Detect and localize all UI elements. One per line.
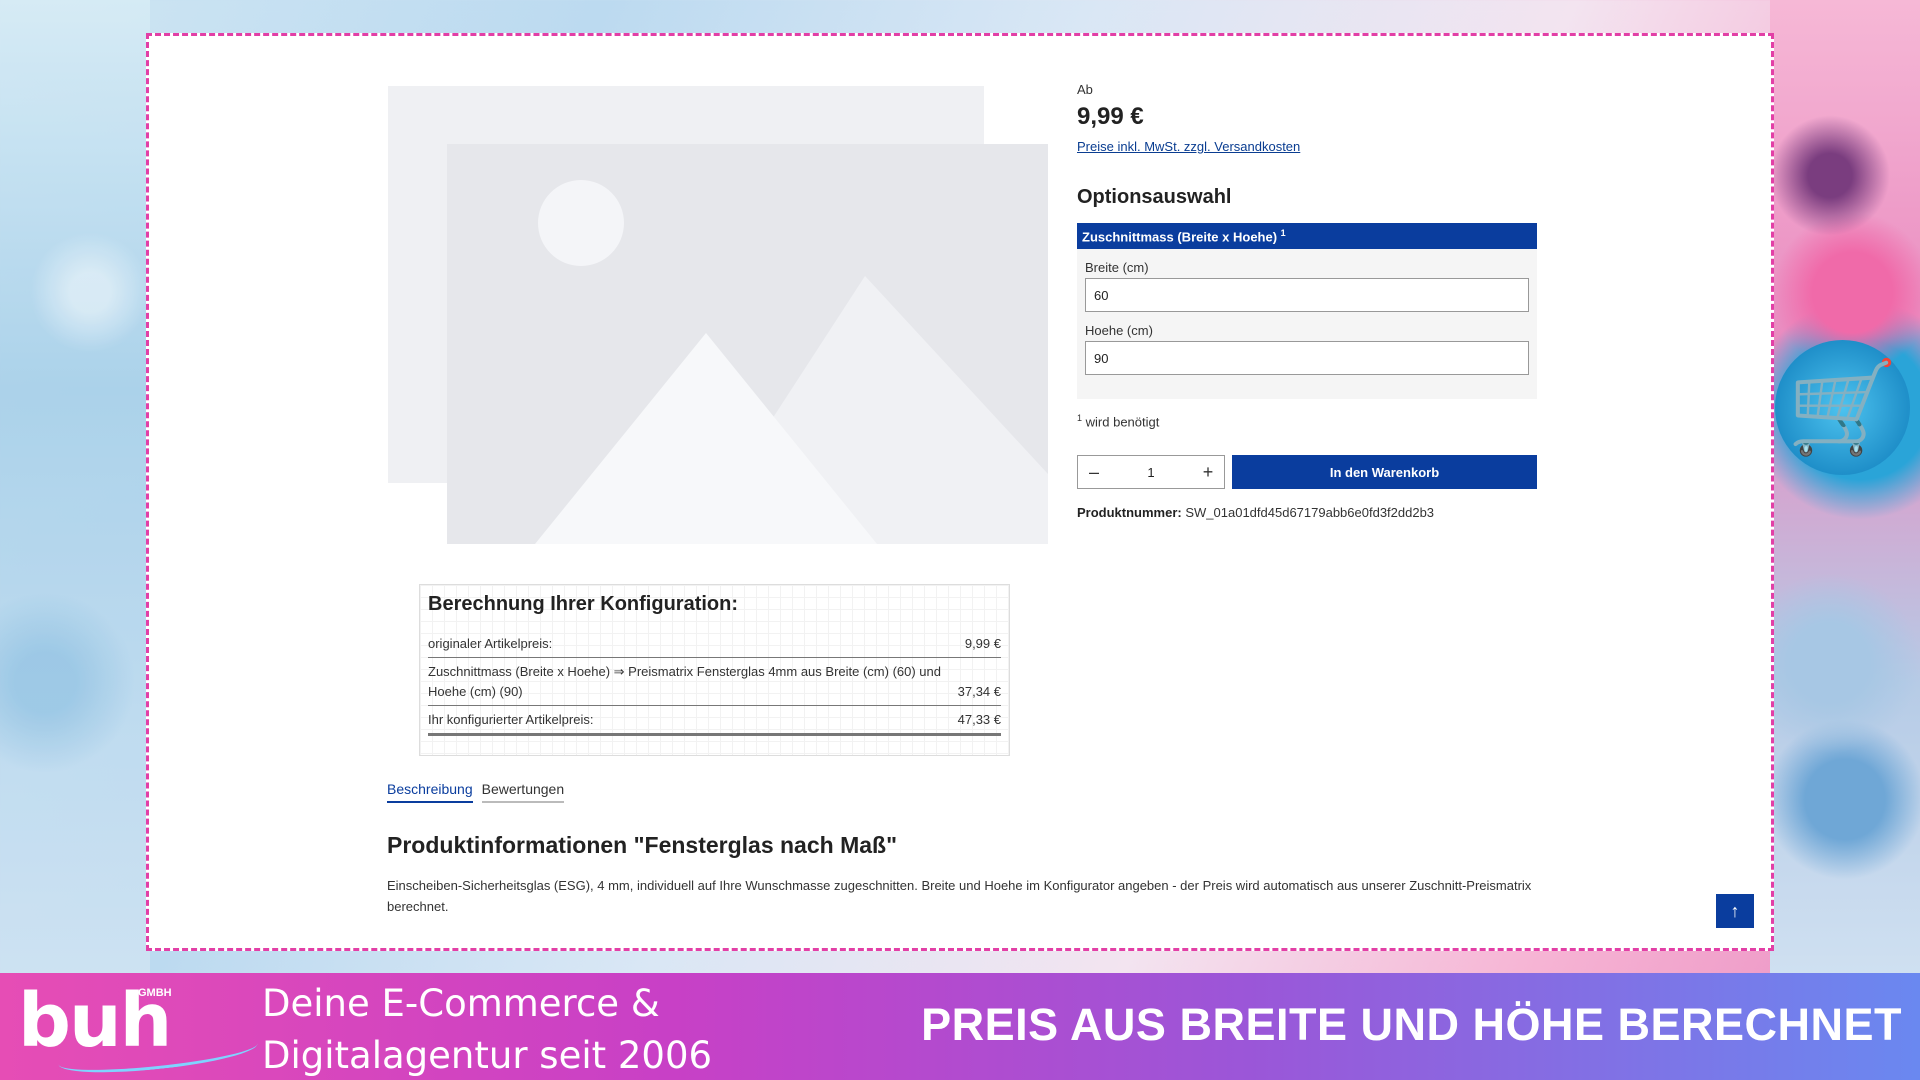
calculation-title: Berechnung Ihrer Konfiguration: (428, 593, 738, 615)
background-art-left (0, 0, 150, 975)
company-logo: buh GMBH (18, 981, 260, 1080)
tab-reviews[interactable]: Bewertungen (481, 781, 565, 803)
option-group-title: Zuschnittmass (Breite x Hoehe) (1082, 229, 1278, 245)
product-number-value: SW_01a01dfd45d67179abb6e0fd3f2dd2b3 (1185, 505, 1435, 521)
calculation-row-value: 47,33 € (957, 712, 1001, 727)
image-placeholder-front (447, 144, 1048, 544)
height-label: Hoehe (cm) (1085, 323, 1153, 338)
product-info-text: Einscheiben-Sicherheitsglas (ESG), 4 mm,… (387, 878, 1532, 914)
buy-row: – 1 + In den Warenkorb (1077, 455, 1537, 490)
buy-box: Ab 9,99 € Preise inkl. MwSt. zzgl. Versa… (1077, 82, 1537, 520)
tagline-line-1: Deine E-Commerce & (262, 982, 660, 1025)
shopping-cart-icon: 🛒 (1775, 340, 1910, 475)
product-tabs: Beschreibung Bewertungen (387, 781, 565, 803)
height-input[interactable]: 90 (1085, 341, 1529, 375)
product-number: Produktnummer: SW_01a01dfd45d67179abb6e0… (1077, 505, 1537, 520)
quantity-value[interactable]: 1 (1147, 465, 1154, 480)
minus-icon[interactable]: – (1086, 462, 1102, 483)
tagline-line-2: Digitalagentur seit 2006 (262, 1034, 713, 1077)
quantity-stepper: – 1 + (1077, 455, 1225, 490)
height-field: Hoehe (cm) 90 (1077, 323, 1537, 375)
option-group-sup: 1 (1280, 228, 1286, 238)
calculation-row-label: Zuschnittmass (Breite x Hoehe) ⇒ Preisma… (428, 664, 941, 699)
configuration-calculation: Berechnung Ihrer Konfiguration: original… (419, 584, 1010, 756)
product-number-label: Produktnummer: (1077, 505, 1182, 521)
calculation-row-value: 37,34 € (957, 684, 1001, 699)
screenshot-frame: Ab 9,99 € Preise inkl. MwSt. zzgl. Versa… (146, 33, 1774, 951)
product-image-placeholder[interactable] (388, 86, 1048, 544)
calculation-row-label: originaler Artikelpreis: (428, 636, 553, 651)
required-note: 1 wird benötigt (1077, 413, 1537, 429)
option-group: Zuschnittmass (Breite x Hoehe) 1 Breite … (1077, 223, 1537, 399)
promo-banner: buh GMBH Deine E-Commerce & Digitalagent… (0, 973, 1920, 1080)
logo-suffix: GMBH (138, 987, 172, 999)
plus-icon[interactable]: + (1200, 462, 1216, 483)
option-group-header: Zuschnittmass (Breite x Hoehe) 1 (1077, 223, 1537, 249)
background-art-right: 🛒 (1770, 0, 1920, 975)
scroll-to-top-button[interactable]: ↑ (1716, 894, 1754, 928)
calculation-row: Zuschnittmass (Breite x Hoehe) ⇒ Preisma… (428, 658, 1001, 706)
options-title: Optionsauswahl (1077, 186, 1232, 208)
product-info-title: Produktinformationen "Fensterglas nach M… (387, 832, 897, 858)
add-to-cart-button[interactable]: In den Warenkorb (1232, 455, 1537, 490)
width-input[interactable]: 60 (1085, 278, 1529, 312)
product-price: 9,99 € (1077, 103, 1144, 130)
price-from-label: Ab (1077, 82, 1093, 97)
width-field: Breite (cm) 60 (1077, 260, 1537, 312)
tab-description[interactable]: Beschreibung (387, 781, 473, 803)
width-label: Breite (cm) (1085, 260, 1149, 275)
calculation-total-row: Ihr konfigurierter Artikelpreis: 47,33 € (428, 706, 1001, 736)
calculation-row: originaler Artikelpreis: 9,99 € (428, 630, 1001, 658)
arrow-up-icon: ↑ (1730, 900, 1740, 921)
calculation-row-value: 9,99 € (964, 636, 1001, 651)
required-sup: 1 (1077, 413, 1083, 423)
required-text: wird benötigt (1085, 414, 1160, 430)
banner-headline: PREIS AUS BREITE UND HÖHE BERECHNET (921, 999, 1902, 1050)
placeholder-mountains-icon (535, 276, 1048, 544)
tax-shipping-link[interactable]: Preise inkl. MwSt. zzgl. Versandkosten (1077, 139, 1300, 154)
agency-tagline: Deine E-Commerce & Digitalagentur seit 2… (262, 978, 712, 1080)
calculation-row-label: Ihr konfigurierter Artikelpreis: (428, 712, 594, 727)
